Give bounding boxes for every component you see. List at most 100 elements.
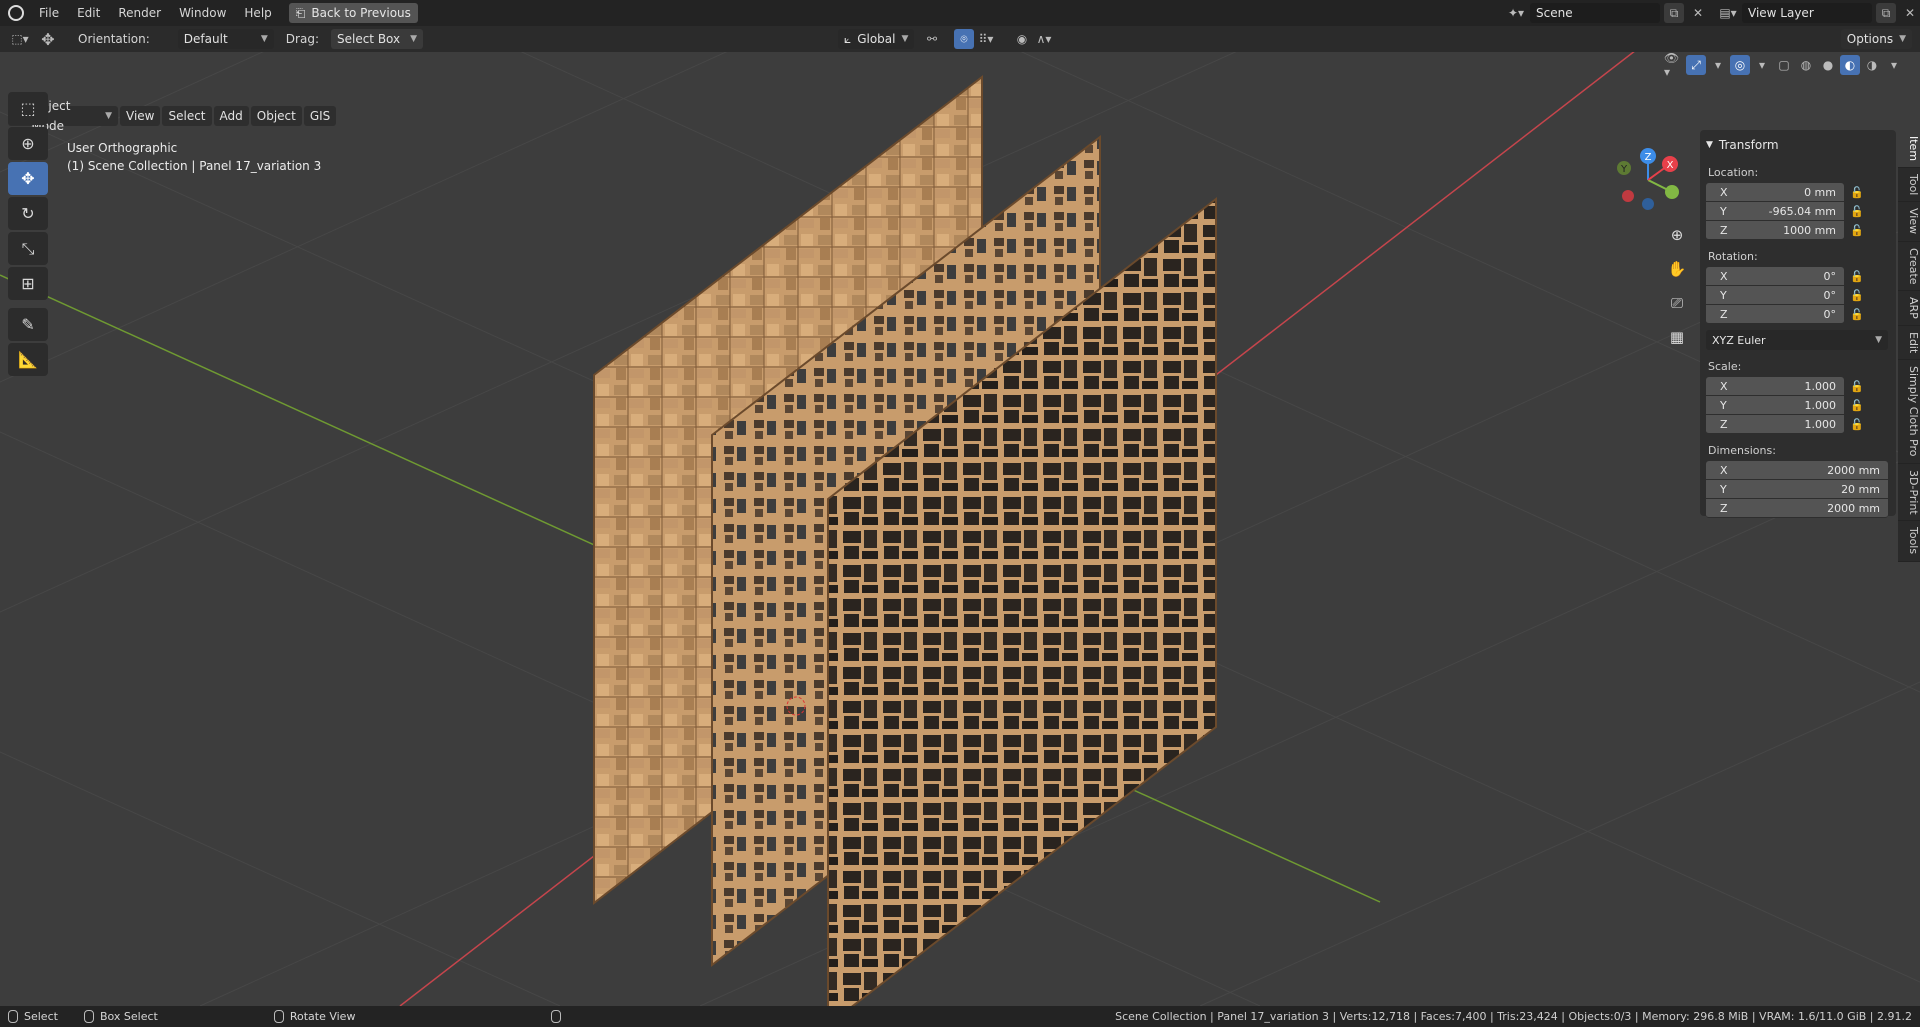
wireframe-shading-icon[interactable]: ◍ [1796, 55, 1816, 75]
menu-gis[interactable]: GIS [303, 106, 337, 126]
scale-x-field[interactable]: X 1.000 [1706, 377, 1844, 396]
view-layer-icon[interactable]: ▤▾ [1718, 3, 1738, 23]
transform-tool-icon[interactable]: ⊞ [8, 267, 48, 300]
rotation-mode-dropdown[interactable]: XYZ Euler ▼ [1706, 330, 1888, 350]
axis-label: Z [1720, 501, 1728, 515]
overlays-icon[interactable]: ◎ [1730, 55, 1750, 75]
status-select: Select [0, 1010, 66, 1023]
zoom-icon[interactable]: ⊕ [1664, 222, 1690, 248]
ortho-grid-icon[interactable]: ▦ [1664, 324, 1690, 350]
shading-dropdown-icon[interactable]: ▾ [1884, 55, 1904, 75]
menu-file[interactable]: File [30, 0, 68, 26]
cursor-tool-icon[interactable]: ⊕ [8, 127, 48, 160]
lock-icon[interactable]: 🔓 [1850, 224, 1864, 237]
tab-create[interactable]: Create [1898, 241, 1920, 292]
rendered-shading-icon[interactable]: ◑ [1862, 55, 1882, 75]
menu-render[interactable]: Render [109, 0, 170, 26]
delete-scene-icon[interactable]: ✕ [1688, 3, 1708, 23]
view-name: User Orthographic [67, 141, 178, 155]
menu-window[interactable]: Window [170, 0, 235, 26]
measure-tool-icon[interactable]: 📐 [8, 343, 48, 376]
select-box-tool-icon[interactable]: ⬚ [8, 92, 48, 125]
annotate-tool-icon[interactable]: ✎ [8, 308, 48, 341]
lock-icon[interactable]: 🔓 [1850, 270, 1864, 283]
pan-hand-icon[interactable]: ✋ [1664, 256, 1690, 282]
scale-y-field[interactable]: Y 1.000 [1706, 396, 1844, 415]
menu-select[interactable]: Select [162, 106, 212, 126]
dimension-x-field[interactable]: X 2000 mm [1706, 461, 1888, 480]
move-tool-icon[interactable]: ✥ [38, 29, 58, 49]
location-y-field[interactable]: Y -965.04 mm [1706, 202, 1844, 221]
blender-logo-icon[interactable] [8, 5, 24, 21]
tab-simply-cloth-pro[interactable]: Simply Cloth Pro [1898, 360, 1920, 464]
rotate-tool-icon[interactable]: ↻ [8, 197, 48, 230]
chevron-down-icon: ▼ [410, 34, 417, 44]
dimension-y-field[interactable]: Y 20 mm [1706, 480, 1888, 499]
tab-arp[interactable]: ARP [1898, 291, 1920, 326]
lock-icon[interactable]: 🔓 [1850, 289, 1864, 302]
overlays-dropdown-icon[interactable]: ▾ [1752, 55, 1772, 75]
scale-z-field[interactable]: Z 1.000 [1706, 415, 1844, 434]
scene-name: Scene [1536, 6, 1573, 20]
location-x-field[interactable]: X 0 mm [1706, 183, 1844, 202]
chevron-down-icon: ▼ [105, 111, 112, 121]
new-scene-icon[interactable]: ⧉ [1664, 3, 1684, 23]
pivot-point-icon[interactable]: ⚯ [922, 29, 942, 49]
menu-edit[interactable]: Edit [68, 0, 109, 26]
drag-dropdown[interactable]: Select Box ▼ [330, 29, 423, 49]
rotation-z-field[interactable]: Z 0° [1706, 305, 1844, 324]
xray-icon[interactable]: ▢ [1774, 55, 1794, 75]
navigation-gizmo[interactable]: Z X Y [1610, 142, 1686, 218]
lock-icon[interactable]: 🔓 [1850, 308, 1864, 321]
solid-shading-icon[interactable]: ● [1818, 55, 1838, 75]
mouse-right-icon [551, 1010, 562, 1023]
menu-view[interactable]: View [120, 106, 161, 126]
tab-view[interactable]: View [1898, 202, 1920, 242]
menu-object[interactable]: Object [250, 106, 302, 126]
location-z-field[interactable]: Z 1000 mm [1706, 221, 1844, 240]
delete-view-layer-icon[interactable]: ✕ [1900, 3, 1920, 23]
snap-icon[interactable]: ⌾ [954, 29, 974, 49]
scene-icon[interactable]: ✦▾ [1506, 3, 1526, 23]
transform-header[interactable]: ▼ Transform [1706, 134, 1890, 156]
material-shading-icon[interactable]: ◐ [1840, 55, 1860, 75]
transform-orientation-value: Global [857, 32, 896, 46]
dimension-z-field[interactable]: Z 2000 mm [1706, 499, 1888, 518]
falloff-icon[interactable]: ∧▾ [1034, 29, 1054, 49]
visibility-icon[interactable]: 👁▾ [1664, 52, 1684, 79]
scene-field[interactable]: Scene [1530, 3, 1660, 23]
scale-tool-icon[interactable]: ⤡ [8, 232, 48, 265]
tab-tool[interactable]: Tool [1898, 168, 1920, 203]
camera-view-icon[interactable]: ⎚ [1664, 290, 1690, 316]
gizmo-dropdown-icon[interactable]: ▾ [1708, 55, 1728, 75]
lock-icon[interactable]: 🔓 [1850, 186, 1864, 199]
transform-orientation-dropdown[interactable]: ⟀ Global ▼ [838, 29, 914, 49]
tab-item[interactable]: Item [1898, 130, 1920, 169]
editor-type-icon[interactable]: ⬚▾ [10, 29, 30, 49]
lock-icon[interactable]: 🔓 [1850, 418, 1864, 431]
rotation-y-field[interactable]: Y 0° [1706, 286, 1844, 305]
new-view-layer-icon[interactable]: ⧉ [1876, 3, 1896, 23]
proportional-editing-icon[interactable]: ◉ [1012, 29, 1032, 49]
tab-3d-print[interactable]: 3D-Print [1898, 463, 1920, 522]
lock-icon[interactable]: 🔓 [1850, 205, 1864, 218]
rotation-x-field[interactable]: X 0° [1706, 267, 1844, 286]
lock-icon[interactable]: 🔓 [1850, 380, 1864, 393]
view-layer-field[interactable]: View Layer [1742, 3, 1872, 23]
options-dropdown[interactable]: Options ▼ [1840, 29, 1912, 49]
snap-target-icon[interactable]: ⠿▾ [976, 29, 996, 49]
3d-viewport[interactable]: ▣ Object Mode ▼ View Select Add Object G… [0, 52, 1920, 1006]
orientation-label: Orientation: [78, 32, 150, 46]
location-x-value: 0 mm [1804, 185, 1836, 199]
menu-help[interactable]: Help [235, 0, 280, 26]
lock-icon[interactable]: 🔓 [1850, 399, 1864, 412]
orientation-dropdown[interactable]: Default ▼ [177, 29, 274, 49]
back-to-previous-button[interactable]: ⎗ Back to Previous [288, 3, 418, 23]
gizmo-toggle-icon[interactable]: ⤢ [1686, 55, 1706, 75]
active-collection: (1) Scene Collection | Panel 17_variatio… [67, 159, 322, 173]
move-tool-icon[interactable]: ✥ [8, 162, 48, 195]
mouse-left-icon [8, 1010, 18, 1023]
tab-tools[interactable]: Tools [1898, 521, 1920, 562]
menu-add[interactable]: Add [213, 106, 249, 126]
tab-edit[interactable]: Edit [1898, 325, 1920, 361]
